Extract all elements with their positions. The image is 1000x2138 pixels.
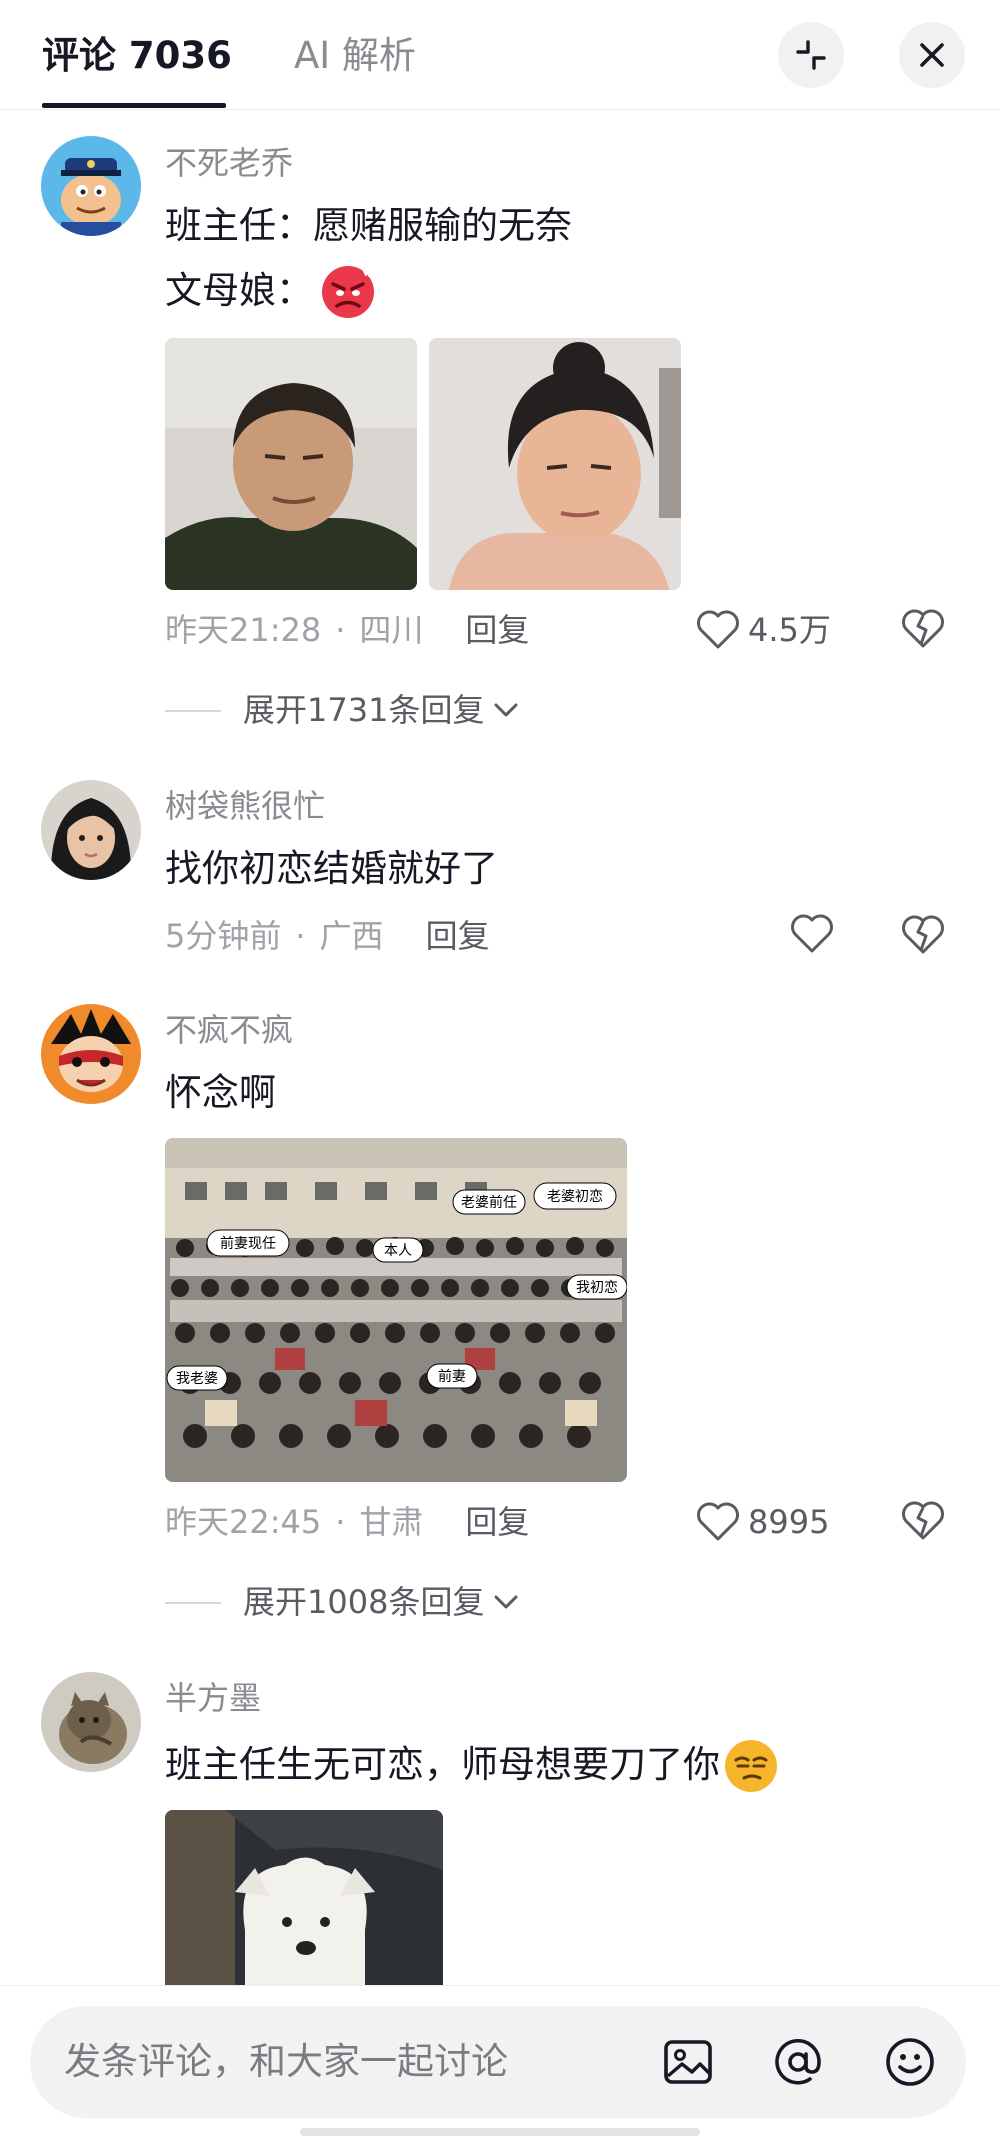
expand-divider bbox=[165, 1602, 221, 1604]
like-button[interactable] bbox=[790, 914, 842, 954]
collapse-icon bbox=[796, 40, 826, 70]
smirk-emoji-icon bbox=[725, 1740, 777, 1792]
collapse-button[interactable] bbox=[778, 22, 844, 88]
active-tab-indicator bbox=[42, 103, 226, 108]
comment-image[interactable] bbox=[165, 338, 417, 590]
comment-meta: 5分钟前 · 广西 回复 bbox=[165, 914, 490, 958]
comment-input-placeholder: 发条评论，和大家一起讨论 bbox=[64, 2040, 508, 2083]
photo-label: 我老婆 bbox=[176, 1371, 218, 1387]
photo-label: 前妻现任 bbox=[220, 1235, 276, 1252]
comment-username[interactable]: 树袋熊很忙 bbox=[165, 784, 325, 828]
broken-heart-icon bbox=[902, 609, 944, 648]
reply-button[interactable]: 回复 bbox=[465, 1503, 529, 1541]
expand-replies-label: 展开1008条回复 bbox=[243, 1583, 485, 1621]
photo-label: 老婆前任 bbox=[461, 1194, 517, 1211]
dislike-button[interactable] bbox=[900, 608, 946, 652]
comment-location: 甘肃 bbox=[359, 1503, 424, 1541]
comment-input[interactable]: 发条评论，和大家一起讨论 bbox=[30, 2006, 966, 2118]
avatar[interactable] bbox=[41, 1004, 141, 1104]
comment-meta: 昨天21:28 · 四川 回复 bbox=[165, 608, 529, 652]
comment-location: 广西 bbox=[319, 917, 384, 955]
comment-meta: 昨天22:45 · 甘肃 回复 bbox=[165, 1500, 529, 1544]
comment-text: 班主任生无可恋，师母想要刀了你 bbox=[165, 1736, 780, 1794]
emoji-icon[interactable] bbox=[882, 2034, 938, 2090]
expand-replies-label: 展开1731条回复 bbox=[243, 691, 485, 729]
photo-label: 本人 bbox=[384, 1243, 412, 1259]
photo-label: 前妻 bbox=[438, 1368, 466, 1385]
comments-header: 评论 7036 AI 解析 bbox=[0, 0, 1000, 110]
avatar[interactable] bbox=[41, 136, 141, 236]
broken-heart-icon bbox=[902, 915, 944, 954]
comment-image[interactable]: 老婆前任 老婆初恋 前妻现任 本人 我初恋 我老婆 前妻 bbox=[165, 1138, 627, 1482]
separator-dot: · bbox=[335, 611, 346, 649]
comment-text: 文母娘： bbox=[165, 262, 377, 320]
heart-icon bbox=[791, 914, 833, 953]
class-photo: 老婆前任 老婆初恋 前妻现任 本人 我初恋 我老婆 前妻 bbox=[165, 1138, 627, 1482]
heart-icon bbox=[697, 610, 739, 649]
photo-label: 老婆初恋 bbox=[547, 1188, 603, 1205]
photo-label: 我初恋 bbox=[576, 1279, 618, 1296]
avatar[interactable] bbox=[41, 780, 141, 880]
comment-text: 班主任：愿赌服输的无奈 bbox=[165, 204, 572, 247]
expand-divider bbox=[165, 710, 221, 712]
separator-dot: · bbox=[335, 1503, 346, 1541]
avatar[interactable] bbox=[41, 1672, 141, 1772]
reply-button[interactable]: 回复 bbox=[465, 611, 529, 649]
comment-time: 昨天22:45 bbox=[165, 1503, 322, 1541]
dislike-button[interactable] bbox=[900, 1500, 946, 1544]
comment-username[interactable]: 半方墨 bbox=[165, 1676, 261, 1720]
close-button[interactable] bbox=[899, 22, 965, 88]
like-button[interactable]: 4.5万 bbox=[696, 608, 831, 652]
broken-heart-icon bbox=[902, 1501, 944, 1540]
comment-image[interactable] bbox=[165, 1810, 443, 1986]
comment-text-line: 文母娘： bbox=[165, 269, 313, 312]
close-icon bbox=[920, 43, 944, 67]
expand-replies-button[interactable]: 展开1008条回复 bbox=[165, 1580, 522, 1624]
comment-username[interactable]: 不死老乔 bbox=[165, 141, 293, 185]
like-count: 8995 bbox=[748, 1503, 830, 1541]
comment-username[interactable]: 不疯不疯 bbox=[165, 1008, 293, 1052]
comment-text: 找你初恋结婚就好了 bbox=[165, 847, 498, 890]
comment-text-line: 班主任生无可恋，师母想要刀了你 bbox=[165, 1743, 720, 1786]
tab-comments[interactable]: 评论 7036 bbox=[42, 30, 232, 82]
reply-button[interactable]: 回复 bbox=[426, 917, 490, 955]
tab-ai-analysis[interactable]: AI 解析 bbox=[294, 30, 416, 82]
comment-time: 昨天21:28 bbox=[165, 611, 322, 649]
dislike-button[interactable] bbox=[900, 914, 946, 958]
heart-icon bbox=[697, 1502, 739, 1541]
comment-input-bar: 发条评论，和大家一起讨论 bbox=[0, 1985, 1000, 2138]
like-count: 4.5万 bbox=[748, 611, 831, 649]
comment-image[interactable] bbox=[429, 338, 681, 590]
angry-emoji-icon bbox=[322, 266, 376, 318]
home-indicator bbox=[300, 2128, 700, 2136]
at-icon[interactable] bbox=[770, 2034, 826, 2090]
chevron-down-icon bbox=[494, 703, 518, 717]
comment-time: 5分钟前 bbox=[165, 917, 282, 955]
chevron-down-icon bbox=[494, 1595, 518, 1609]
separator-dot: · bbox=[295, 917, 306, 955]
like-button[interactable]: 8995 bbox=[696, 1500, 829, 1544]
comment-text: 怀念啊 bbox=[165, 1071, 276, 1114]
image-icon[interactable] bbox=[660, 2034, 716, 2090]
expand-replies-button[interactable]: 展开1731条回复 bbox=[165, 688, 522, 732]
comment-location: 四川 bbox=[359, 611, 424, 649]
